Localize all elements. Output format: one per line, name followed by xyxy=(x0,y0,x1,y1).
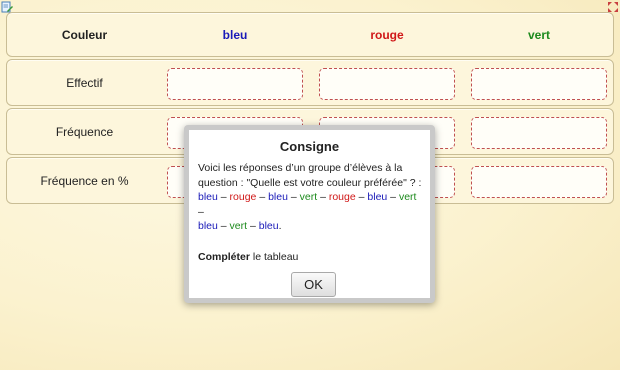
dialog-text-line-1: Voici les réponses d’un groupe d’élèves … xyxy=(198,162,403,174)
instruction-rest: le tableau xyxy=(249,251,299,263)
column-header-rouge: rouge xyxy=(370,27,404,42)
row-label-frequence-pourcent: Fréquence en % xyxy=(40,173,129,188)
column-header-vert: vert xyxy=(527,27,550,42)
dialog-text-line-2: question : "Quelle est votre couleur pré… xyxy=(198,176,422,189)
response-item: bleu xyxy=(258,220,279,232)
response-item: bleu xyxy=(198,191,218,203)
row-label-frequence: Fréquence xyxy=(55,124,114,139)
frequence-pourcent-vert-input[interactable] xyxy=(471,166,607,198)
effectif-vert-input[interactable] xyxy=(471,68,607,100)
table-row-effectif: Effectif xyxy=(6,59,614,106)
dialog-text: Voici les réponses d’un groupe d’élèves … xyxy=(198,161,423,234)
ok-button[interactable]: OK xyxy=(291,272,336,297)
dialog-responses-line-2: bleu – vert – bleu. xyxy=(198,220,282,232)
response-item: bleu xyxy=(367,191,388,203)
response-item: vert xyxy=(229,220,248,232)
dialog-instruction: Compléter le tableau xyxy=(198,251,298,263)
effectif-rouge-input[interactable] xyxy=(319,68,455,100)
row-label-effectif: Effectif xyxy=(66,75,103,90)
response-item: bleu xyxy=(198,220,218,232)
dialog-title: Consigne xyxy=(279,139,340,154)
frequence-vert-input[interactable] xyxy=(471,117,607,149)
response-item: rouge xyxy=(328,191,356,203)
response-item: vert xyxy=(398,191,417,203)
effectif-bleu-input[interactable] xyxy=(167,68,303,100)
response-item: vert xyxy=(299,191,318,203)
response-item: bleu xyxy=(268,191,288,203)
consigne-dialog: Consigne Voici les réponses d’un groupe … xyxy=(184,125,435,303)
dialog-responses-line-1: bleu – rouge – bleu – vert – rouge – ble… xyxy=(198,191,417,218)
column-header-bleu: bleu xyxy=(222,27,248,42)
table-header-row: Couleur bleu rouge vert xyxy=(6,12,614,57)
instruction-bold: Compléter xyxy=(198,251,250,263)
response-item: rouge xyxy=(229,191,257,203)
header-label-couleur: Couleur xyxy=(61,27,108,42)
